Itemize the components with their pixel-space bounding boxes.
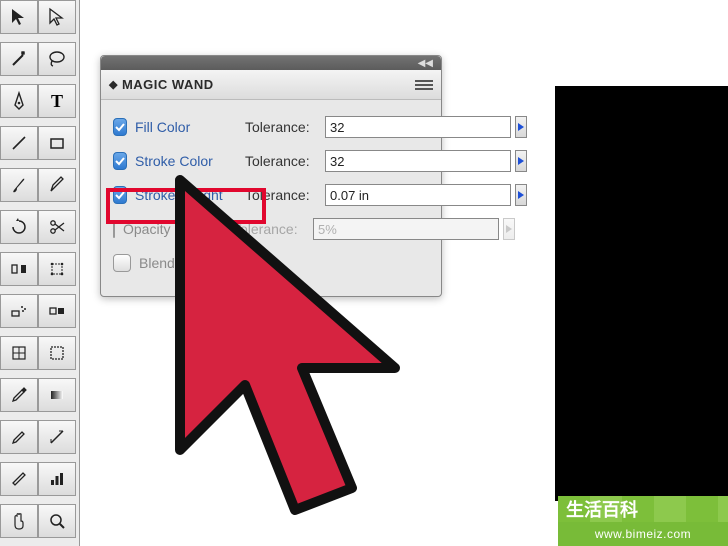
tolerance-input-stroke-weight[interactable] (325, 184, 511, 206)
graph-tool[interactable] (38, 462, 76, 496)
tolerance-label-opacity: Tolerance: (233, 221, 313, 237)
row-opacity: Opacity Tolerance: (113, 212, 429, 246)
canvas-area (555, 86, 728, 501)
label-opacity: Opacity (123, 221, 233, 237)
pencil-tool[interactable] (38, 168, 76, 202)
blend-tool[interactable] (38, 294, 76, 328)
label-blending-mode: Blending Mode (139, 255, 249, 271)
direct-selection-tool[interactable] (38, 0, 76, 34)
panel-menu-icon[interactable] (415, 78, 433, 92)
pen-tool[interactable] (0, 84, 38, 118)
expand-icon: ◆ (109, 78, 118, 91)
watermark-text: 生活百科 (566, 496, 638, 522)
scissors-tool[interactable] (38, 210, 76, 244)
panel-header: ◆ MAGIC WAND (101, 70, 441, 100)
label-stroke-color: Stroke Color (135, 153, 245, 169)
checkbox-opacity[interactable] (113, 220, 115, 238)
tool-palette: T (0, 0, 80, 546)
zoom-tool[interactable] (38, 504, 76, 538)
eyedropper2-tool[interactable] (0, 420, 38, 454)
checkbox-blending-mode[interactable] (113, 254, 131, 272)
magic-wand-panel: ◀◀ ◆ MAGIC WAND Fill Color Tolerance: St… (100, 55, 442, 297)
tolerance-label-fill: Tolerance: (245, 119, 325, 135)
rotate-tool[interactable] (0, 210, 38, 244)
row-blending-mode: Blending Mode (113, 246, 429, 280)
checkbox-fill-color[interactable] (113, 118, 127, 136)
tolerance-input-opacity (313, 218, 499, 240)
slider-flyout-fill[interactable] (515, 116, 527, 138)
tolerance-label-stroke-color: Tolerance: (245, 153, 325, 169)
rectangle-tool[interactable] (38, 126, 76, 160)
magic-wand-tool[interactable] (0, 42, 38, 76)
slice-tool[interactable] (0, 462, 38, 496)
checkbox-stroke-weight[interactable] (113, 186, 127, 204)
tolerance-input-stroke-color[interactable] (325, 150, 511, 172)
slider-flyout-opacity (503, 218, 515, 240)
panel-title: MAGIC WAND (122, 77, 214, 92)
eyedropper-tool[interactable] (0, 378, 38, 412)
tolerance-input-fill[interactable] (325, 116, 511, 138)
checkbox-stroke-color[interactable] (113, 152, 127, 170)
free-transform-tool[interactable] (38, 252, 76, 286)
slider-flyout-stroke-weight[interactable] (515, 184, 527, 206)
reflect-tool[interactable] (0, 252, 38, 286)
panel-body: Fill Color Tolerance: Stroke Color Toler… (101, 100, 441, 296)
panel-title-wrap: ◆ MAGIC WAND (109, 77, 214, 92)
label-stroke-weight: Stroke Weight (135, 187, 245, 203)
lasso-tool[interactable] (38, 42, 76, 76)
line-tool[interactable] (0, 126, 38, 160)
gradient-tool[interactable] (38, 378, 76, 412)
row-stroke-weight: Stroke Weight Tolerance: (113, 178, 429, 212)
watermark-url: www.bimeiz.com (558, 522, 728, 546)
selection-tool[interactable] (0, 0, 38, 34)
slider-flyout-stroke-color[interactable] (515, 150, 527, 172)
label-fill-color: Fill Color (135, 119, 245, 135)
artboard-tool[interactable] (38, 336, 76, 370)
row-stroke-color: Stroke Color Tolerance: (113, 144, 429, 178)
panel-collapse-bar[interactable]: ◀◀ (101, 56, 441, 70)
mesh-tool[interactable] (0, 336, 38, 370)
collapse-icon: ◀◀ (418, 58, 433, 69)
type-tool[interactable]: T (38, 84, 76, 118)
hand-tool[interactable] (0, 504, 38, 538)
watermark-badge: 生活百科 (558, 496, 728, 522)
row-fill-color: Fill Color Tolerance: (113, 110, 429, 144)
tolerance-label-stroke-weight: Tolerance: (245, 187, 325, 203)
watermark-url-text: www.bimeiz.com (595, 527, 691, 541)
paintbrush-tool[interactable] (0, 168, 38, 202)
measure-tool[interactable] (38, 420, 76, 454)
symbol-sprayer-tool[interactable] (0, 294, 38, 328)
